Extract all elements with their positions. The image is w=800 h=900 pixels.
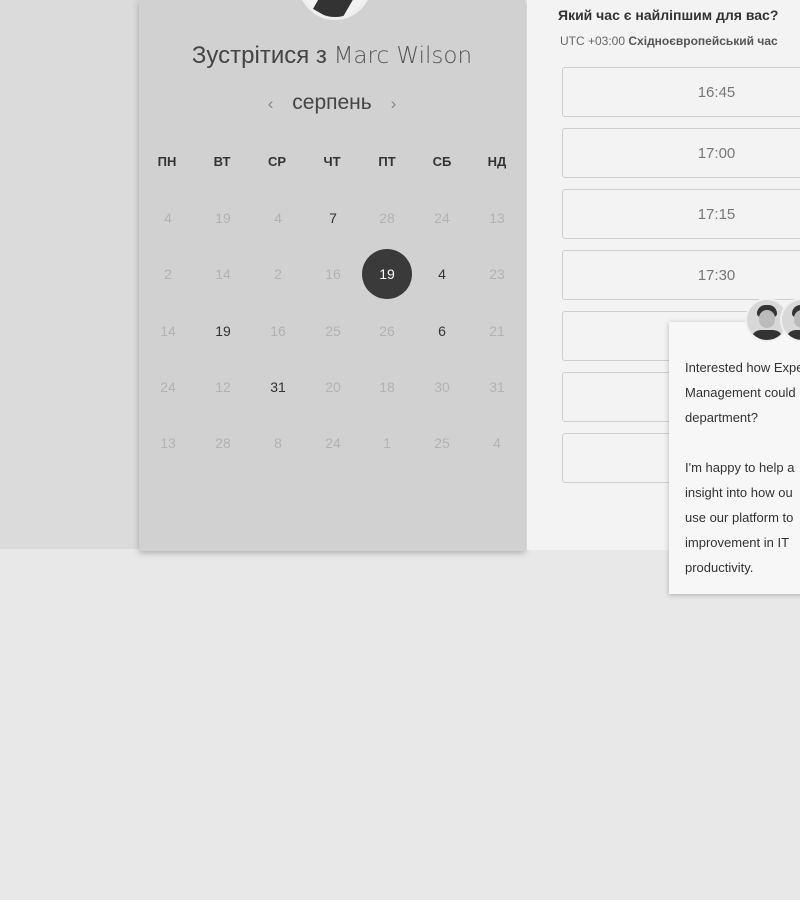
- time-slot-button[interactable]: 17:30: [562, 250, 800, 300]
- calendar-day: 19: [215, 210, 231, 226]
- calendar-day: 16: [270, 323, 286, 339]
- calendar-day: 28: [379, 210, 395, 226]
- calendar-day: 21: [489, 323, 505, 339]
- calendar-day[interactable]: 6: [417, 306, 467, 356]
- calendar-day: 1: [383, 435, 391, 451]
- weekday-label: СБ: [432, 154, 452, 169]
- calendar-day: 30: [434, 379, 450, 395]
- calendar-day: 12: [215, 379, 231, 395]
- host-avatar: [298, 0, 372, 20]
- weekday-header: ПН ВТ СР ЧТ ПТ СБ НД: [139, 154, 525, 170]
- calendar-day: 2: [274, 266, 282, 282]
- calendar-day[interactable]: 19: [198, 306, 248, 356]
- calendar-day: 14: [215, 266, 231, 282]
- chat-popup[interactable]: Interested how Experience Management cou…: [669, 322, 800, 594]
- calendar-day: 24: [434, 210, 450, 226]
- time-slot-label: 17:15: [697, 206, 736, 223]
- calendar-day: 13: [160, 435, 176, 451]
- title-prefix: Зустрітися з: [191, 42, 327, 69]
- chat-message: Interested how Experience Management cou…: [685, 360, 800, 575]
- weekday-label: СР: [267, 154, 287, 169]
- calendar-day: 8: [274, 435, 282, 451]
- calendar-day: 28: [215, 435, 231, 451]
- time-slot-label: 16:45: [697, 84, 736, 101]
- weekday-label: ПН: [157, 154, 177, 169]
- calendar-day: 23: [489, 266, 505, 282]
- weekday-label: ПТ: [378, 154, 396, 169]
- time-slot-button[interactable]: 16:45: [562, 67, 800, 117]
- weekday-label: ЧТ: [323, 154, 341, 169]
- time-slot-label: 17:30: [697, 267, 736, 284]
- left-background: [0, 0, 140, 549]
- calendar-day: 20: [325, 379, 341, 395]
- prev-month-icon[interactable]: ‹: [268, 94, 274, 113]
- time-slot-button[interactable]: 17:00: [562, 128, 800, 178]
- calendar-day: 14: [160, 323, 176, 339]
- timezone-name: Східноєвропейський час: [628, 34, 778, 48]
- calendar-panel: Зустрітися з Marc Wilson ‹ серпень › ПН В…: [139, 0, 525, 551]
- next-month-icon[interactable]: ›: [391, 94, 397, 113]
- calendar-day: 24: [325, 435, 341, 451]
- month-label: серпень: [292, 91, 372, 114]
- calendar-day: 16: [325, 266, 341, 282]
- calendar-day[interactable]: 4: [417, 249, 467, 299]
- calendar-day-selected: 19: [362, 249, 412, 299]
- calendar-day: 13: [489, 210, 505, 226]
- calendar-day: 2: [164, 266, 172, 282]
- calendar-day: 4: [493, 435, 501, 451]
- weekday-label: НД: [487, 154, 507, 169]
- month-navigation: ‹ серпень ›: [139, 91, 525, 115]
- calendar-day: 4: [274, 210, 282, 226]
- timezone-offset: UTC +03:00: [560, 34, 626, 48]
- calendar-day: 25: [434, 435, 450, 451]
- time-slot-label: 17:00: [697, 145, 736, 162]
- time-slot-button[interactable]: 17:15: [562, 189, 800, 239]
- calendar-day[interactable]: 7: [308, 193, 358, 243]
- calendar-day: 31: [489, 379, 505, 395]
- calendar-day: 4: [164, 210, 172, 226]
- calendar-day[interactable]: 31: [253, 362, 303, 412]
- calendar-day: 24: [160, 379, 176, 395]
- meeting-title: Зустрітися з Marc Wilson: [139, 42, 525, 70]
- calendar-day: 18: [379, 379, 395, 395]
- timezone-label: UTC +03:00 Східноєвропейський час: [560, 34, 778, 48]
- calendar-day: 26: [379, 323, 395, 339]
- time-question: Який час є найліпшим для вас?: [558, 7, 779, 23]
- calendar-day: 25: [325, 323, 341, 339]
- host-name: Marc Wilson: [333, 43, 473, 69]
- weekday-label: ВТ: [213, 154, 231, 169]
